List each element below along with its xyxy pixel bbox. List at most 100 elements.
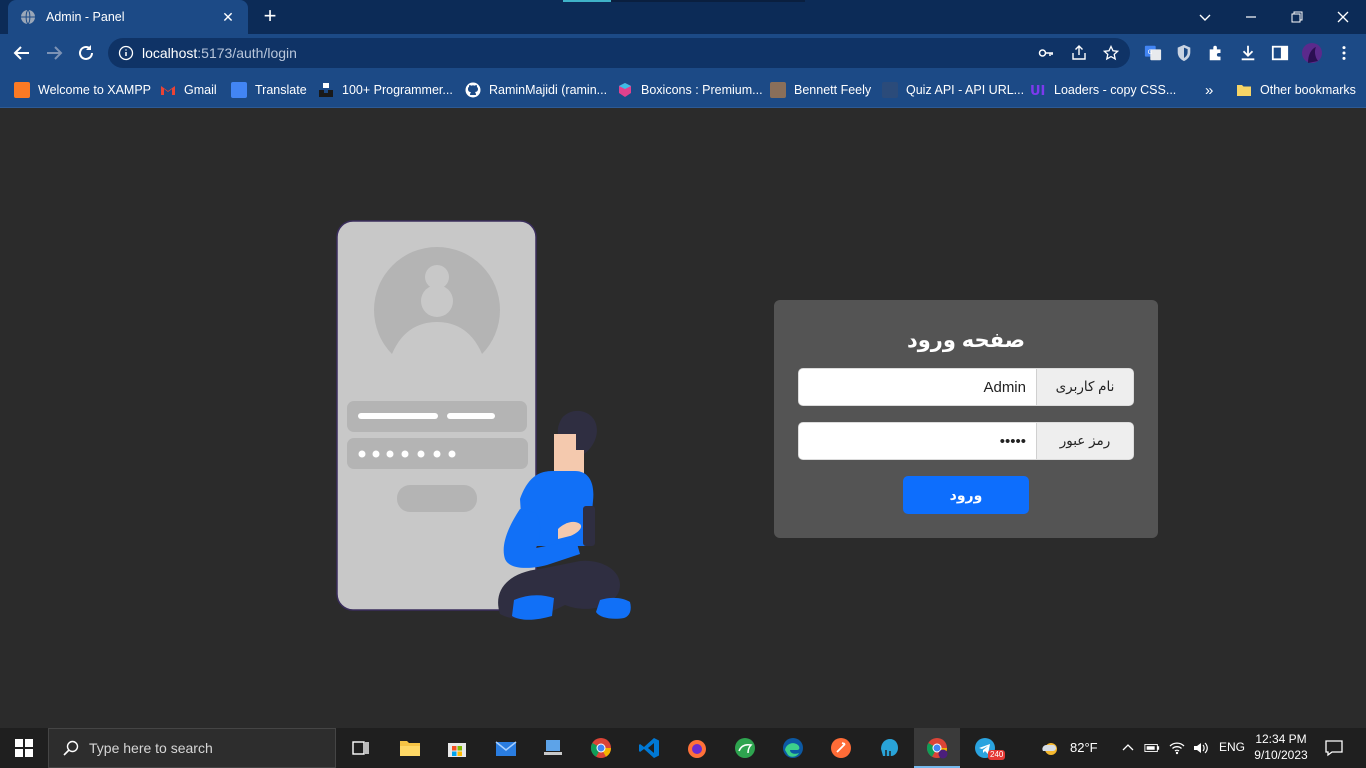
close-window-icon[interactable] [1320,0,1366,34]
titlebar-accent [563,0,611,2]
edge-icon[interactable] [770,728,816,768]
site-info-icon[interactable] [118,45,134,61]
postgres-app-icon[interactable] [722,728,768,768]
system-clock[interactable]: 12:34 PM 9/10/2023 [1246,731,1316,763]
browser-titlebar: Admin - Panel ✕ + [0,0,1366,34]
reload-icon[interactable] [74,41,98,65]
url-path: :5173/auth/login [197,45,297,61]
bookmark-gmail[interactable]: Gmail [160,81,217,99]
input-language[interactable]: ENG [1219,740,1245,754]
username-group: Admin نام کاربری [798,368,1134,406]
bookmark-label: RaminMajidi (ramin... [489,83,608,97]
wifi-icon[interactable] [1166,728,1188,768]
restore-icon[interactable] [1274,0,1320,34]
tab-title: Admin - Panel [46,10,125,24]
gmail-icon [161,86,175,95]
share-icon[interactable] [1071,45,1087,61]
telegram-badge: 240 [988,750,1006,760]
translate-extension-icon[interactable]: G [1143,43,1163,63]
file-explorer-icon[interactable] [387,728,433,768]
svg-text:G: G [1148,49,1153,56]
search-icon [63,740,79,756]
password-label: رمز عبور [1036,423,1133,459]
microsoft-store-icon[interactable] [434,728,480,768]
bookmark-xampp[interactable]: Welcome to XAMPP [14,81,151,99]
bookmark-label: Translate [255,83,307,97]
other-bookmarks-folder[interactable]: Other bookmarks [1236,81,1356,99]
bookmark-boxicons[interactable]: Boxicons : Premium... [617,81,763,99]
taskbar-search[interactable]: Type here to search [48,728,336,768]
notifications-icon[interactable] [1318,728,1350,768]
tab-search-icon[interactable] [1182,0,1228,34]
overflow-chevron-icon: » [1205,81,1214,99]
extensions-puzzle-icon[interactable] [1206,43,1226,63]
task-view-icon[interactable] [337,728,383,768]
postman-icon[interactable] [818,728,864,768]
bookmark-translate[interactable]: Translate [231,81,307,99]
quizapi-icon [882,82,898,98]
boxicons-icon [619,83,631,97]
bookmark-github[interactable]: RaminMajidi (ramin... [465,81,607,99]
back-icon[interactable] [10,41,34,65]
browser-toolbar: localhost:5173/auth/login G [0,34,1366,72]
globe-icon [21,9,35,25]
bookmark-label: Boxicons : Premium... [641,83,763,97]
profile-avatar[interactable] [1302,43,1322,63]
network-pc-icon[interactable] [530,728,576,768]
chrome-active-icon[interactable] [914,728,960,768]
avatar-icon [770,82,786,98]
download-icon[interactable] [1238,43,1258,63]
bookmark-label: 100+ Programmer... [342,83,453,97]
login-illustration [336,220,631,620]
minimize-icon[interactable] [1228,0,1274,34]
weather-temperature[interactable]: 82°F [1070,740,1098,755]
vscode-icon[interactable] [626,728,672,768]
address-bar[interactable]: localhost:5173/auth/login [108,38,1130,68]
clock-time: 12:34 PM [1255,732,1307,746]
bookmark-label: Other bookmarks [1260,83,1356,97]
key-icon[interactable] [1038,45,1054,61]
bookmark-loaders[interactable]: UI Loaders - copy CSS... [1030,81,1176,99]
menu-kebab-icon[interactable] [1334,43,1354,63]
login-card: صفحه ورود Admin نام کاربری ••••• رمز عبو… [774,300,1158,538]
side-panel-icon[interactable] [1270,43,1290,63]
bookmark-label: Welcome to XAMPP [38,83,152,97]
firefox-icon[interactable] [674,728,720,768]
shield-icon[interactable] [1174,43,1194,63]
windows-start-icon[interactable] [0,728,48,768]
folder-icon [1237,85,1251,96]
password-group: ••••• رمز عبور [798,422,1134,460]
unsplash-icon [319,83,333,97]
telegram-icon[interactable]: 240 [962,728,1008,768]
url-text: localhost:5173/auth/login [142,45,297,61]
chrome-icon[interactable] [578,728,624,768]
login-title: صفحه ورود [906,329,1026,352]
bookmark-quizapi[interactable]: Quiz API - API URL... [882,81,1024,99]
battery-icon[interactable] [1141,728,1163,768]
bookmarks-bar: Welcome to XAMPP Gmail Translate 100+ Pr… [0,72,1366,108]
new-tab-button[interactable]: + [259,5,281,28]
svg-text:UI: UI [1030,84,1045,98]
bookmark-label: Bennett Feely [794,83,872,97]
bookmark-bennett[interactable]: Bennett Feely [770,81,871,99]
titlebar-accent-dark [611,0,805,2]
xampp-icon [14,82,30,98]
bookmark-programmer[interactable]: 100+ Programmer... [318,81,453,99]
forward-icon[interactable] [42,41,66,65]
mail-icon[interactable] [483,728,529,768]
weather-icon[interactable] [1030,728,1070,768]
username-input[interactable]: Admin [799,369,1036,405]
uiverse-icon: UI [1030,84,1045,98]
mysql-workbench-icon[interactable] [866,728,912,768]
translate-icon [231,82,247,98]
star-icon[interactable] [1103,45,1119,61]
browser-tab[interactable]: Admin - Panel ✕ [8,0,248,34]
tray-chevron-icon[interactable] [1117,728,1139,768]
bookmarks-overflow-button[interactable]: » [1205,81,1213,99]
volume-icon[interactable] [1190,728,1212,768]
login-submit-button[interactable]: ورود [903,476,1029,514]
tab-close-icon[interactable]: ✕ [220,9,236,25]
password-input[interactable]: ••••• [799,423,1036,459]
bookmark-label: Loaders - copy CSS... [1054,83,1177,97]
search-placeholder: Type here to search [89,740,213,756]
